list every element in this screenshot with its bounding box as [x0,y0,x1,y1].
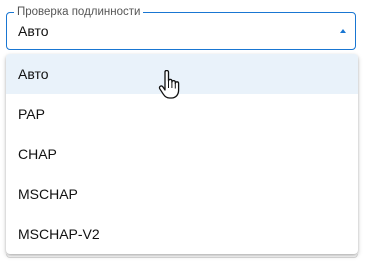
option-label: Авто [18,66,49,82]
hand-pointer-icon [158,70,180,99]
option-chap[interactable]: CHAP [6,134,358,174]
auth-method-dropdown: Авто PAP CHAP MSCHAP MSCHAP-V2 [6,54,358,254]
option-label: CHAP [18,146,57,162]
option-label: PAP [18,106,45,122]
option-label: MSCHAP-V2 [18,226,100,242]
option-mschap-v2[interactable]: MSCHAP-V2 [6,214,358,254]
option-label: MSCHAP [18,186,78,202]
auth-method-label: Проверка подлинности [14,5,144,19]
option-auto[interactable]: Авто [6,54,358,94]
select-bottom-border [6,254,358,258]
auth-method-selected-value: Авто [18,23,49,39]
auth-method-select[interactable]: Проверка подлинности Авто [6,5,356,50]
option-mschap[interactable]: MSCHAP [6,174,358,214]
auth-select-screen: Проверка подлинности Авто Авто PAP CHAP … [0,0,366,263]
caret-up-icon[interactable] [340,29,346,33]
option-pap[interactable]: PAP [6,94,358,134]
